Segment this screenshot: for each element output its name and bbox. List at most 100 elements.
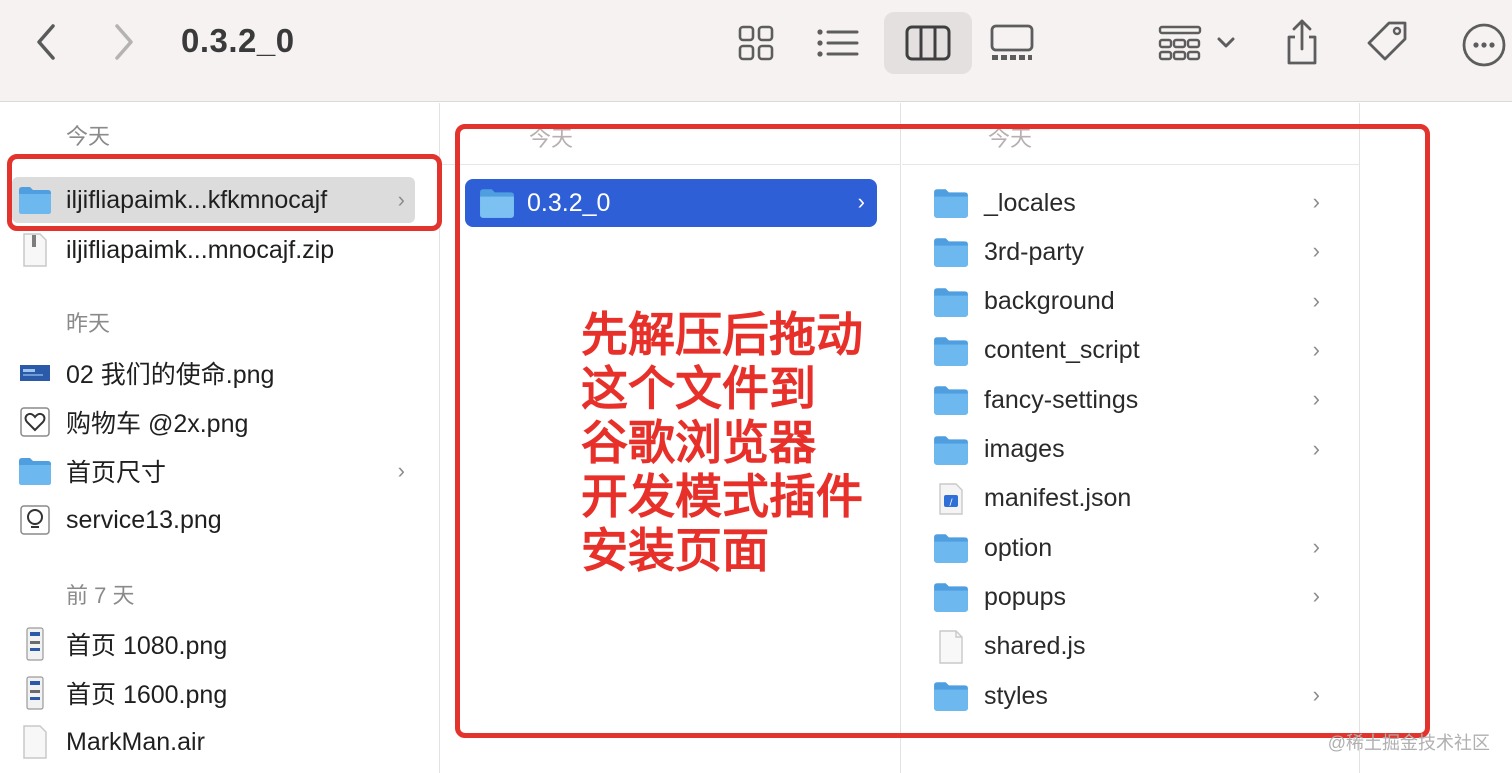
zip-file-icon (18, 233, 52, 267)
toolbar: 0.3.2_0 (0, 0, 1512, 102)
folder-icon (932, 234, 970, 270)
tag-button[interactable] (1364, 18, 1412, 66)
forward-button[interactable] (104, 22, 144, 62)
chevron-right-icon (115, 24, 133, 60)
phone-image-icon (18, 627, 52, 661)
section-heading-today: 今天 (988, 126, 1033, 151)
chevron-right-icon: › (1312, 189, 1320, 214)
folder-icon (480, 189, 514, 218)
list-view-button[interactable] (814, 22, 860, 64)
chevron-right-icon: › (1312, 534, 1320, 560)
list-item-label: shared.js (984, 632, 1086, 661)
chevron-right-icon: › (1312, 336, 1320, 362)
list-item-extension-folder[interactable]: iljifliapaimk...kfkmnocajf › (12, 177, 415, 223)
phone-image-icon (18, 676, 52, 710)
list-item-folder[interactable]: 首页尺寸 › (12, 448, 415, 494)
list-item-label: styles (984, 681, 1048, 710)
icons-view-button[interactable] (735, 22, 777, 64)
list-view-icon (817, 29, 859, 57)
list-item-label: 02 我们的使命.png (66, 361, 275, 389)
column-header: 今天 (902, 103, 1360, 165)
document-icon (18, 725, 52, 759)
columns-view-button[interactable] (884, 12, 972, 74)
list-item-label: iljifliapaimk...kfkmnocajf (66, 185, 328, 214)
share-icon (1287, 19, 1317, 65)
list-item-label: images (984, 435, 1065, 463)
list-item-image[interactable]: 首页 1600.png (12, 670, 415, 716)
list-item-label: MarkMan.air (66, 727, 205, 756)
tag-icon (1367, 21, 1407, 61)
chevron-right-icon: › (1312, 287, 1320, 313)
section-heading-yesterday: 昨天 (66, 311, 111, 336)
folder-icon (18, 183, 52, 217)
section-heading-last-7-days: 前 7 天 (66, 583, 135, 608)
list-item-zip[interactable]: iljifliapaimk...mnocajf.zip (12, 227, 415, 273)
folder-icon (932, 579, 970, 615)
chevron-right-icon: › (1312, 238, 1320, 264)
back-button[interactable] (26, 22, 66, 62)
list-item-image[interactable]: 购物车 @2x.png (12, 399, 415, 445)
json-file-icon: / (932, 481, 970, 517)
list-item-folder[interactable]: _locales › (932, 181, 1332, 225)
section-heading-today: 今天 (529, 126, 574, 151)
watermark: @稀土掘金技术社区 (1327, 733, 1490, 753)
folder-icon (932, 382, 970, 418)
list-item-label: 0.3.2_0 (527, 188, 611, 217)
list-item-label: fancy-settings (984, 385, 1139, 414)
list-item-folder[interactable]: option › (932, 526, 1332, 570)
list-item-folder[interactable]: popups › (932, 575, 1332, 619)
list-item-version-folder[interactable]: 0.3.2_0 › (465, 179, 877, 227)
list-item-file[interactable]: shared.js (932, 625, 1332, 669)
list-item-label: content_script (984, 336, 1140, 365)
gallery-view-icon (990, 24, 1034, 60)
contents-column: 今天 _locales › 3rd-party › background › content… (902, 103, 1360, 773)
column-header: 今天 (441, 103, 901, 165)
list-item-label: 3rd-party (984, 237, 1085, 266)
group-button[interactable] (1157, 22, 1243, 64)
list-item-label: 首页尺寸 (66, 459, 167, 487)
group-icon (1158, 25, 1235, 61)
extension-column: 今天 0.3.2_0 › 先解压后拖动 这个文件到 谷歌浏览器 开发模式插件 安… (441, 103, 901, 773)
empty-column (1361, 103, 1512, 773)
list-item-folder[interactable]: styles › (932, 674, 1332, 718)
chevron-right-icon: › (1312, 583, 1320, 609)
list-item-label: manifest.json (984, 484, 1132, 513)
list-item-label: 购物车 @2x.png (66, 410, 249, 438)
list-item-file[interactable]: MarkMan.air (12, 719, 415, 765)
list-item-label: background (984, 287, 1115, 316)
chevron-right-icon: › (1312, 435, 1320, 461)
list-item-folder[interactable]: background › (932, 280, 1332, 324)
heart-image-icon (18, 405, 52, 439)
chevron-right-icon: › (397, 187, 405, 212)
list-item-image[interactable]: 02 我们的使命.png (12, 350, 415, 396)
list-item-image[interactable]: 首页 1080.png (12, 621, 415, 667)
list-item-folder[interactable]: content_script › (932, 329, 1332, 373)
columns-view-icon (905, 25, 951, 61)
list-item-image[interactable]: service13.png (12, 497, 415, 543)
list-item-label: _locales (984, 188, 1076, 217)
annotation-text: 先解压后拖动 这个文件到 谷歌浏览器 开发模式插件 安装页面 (581, 308, 863, 579)
list-item-label: iljifliapaimk...mnocajf.zip (66, 235, 335, 264)
more-button[interactable] (1458, 20, 1512, 70)
list-item-folder[interactable]: fancy-settings › (932, 378, 1332, 422)
chevron-right-icon: › (397, 458, 405, 483)
gallery-view-button[interactable] (988, 22, 1036, 64)
folder-icon (932, 530, 970, 566)
list-item-label: popups (984, 582, 1067, 611)
folder-icon (18, 454, 52, 488)
list-item-folder[interactable]: 3rd-party › (932, 230, 1332, 274)
list-item-label: service13.png (66, 505, 222, 534)
list-item-folder[interactable]: images › (932, 428, 1332, 472)
document-icon (932, 629, 970, 665)
folder-icon (932, 185, 970, 221)
chevron-right-icon: › (1312, 386, 1320, 412)
share-button[interactable] (1280, 16, 1324, 68)
section-heading-today: 今天 (66, 124, 111, 149)
icons-view-icon (738, 25, 774, 61)
list-item-label: 首页 1080.png (66, 632, 228, 660)
recents-column: 今天 iljifliapaimk...kfkmnocajf › iljiflia… (0, 103, 440, 773)
list-item-label: 首页 1600.png (66, 681, 228, 709)
image-thumbnail-icon (18, 356, 52, 390)
more-icon (1462, 23, 1506, 67)
list-item-file[interactable]: / manifest.json (932, 477, 1332, 521)
